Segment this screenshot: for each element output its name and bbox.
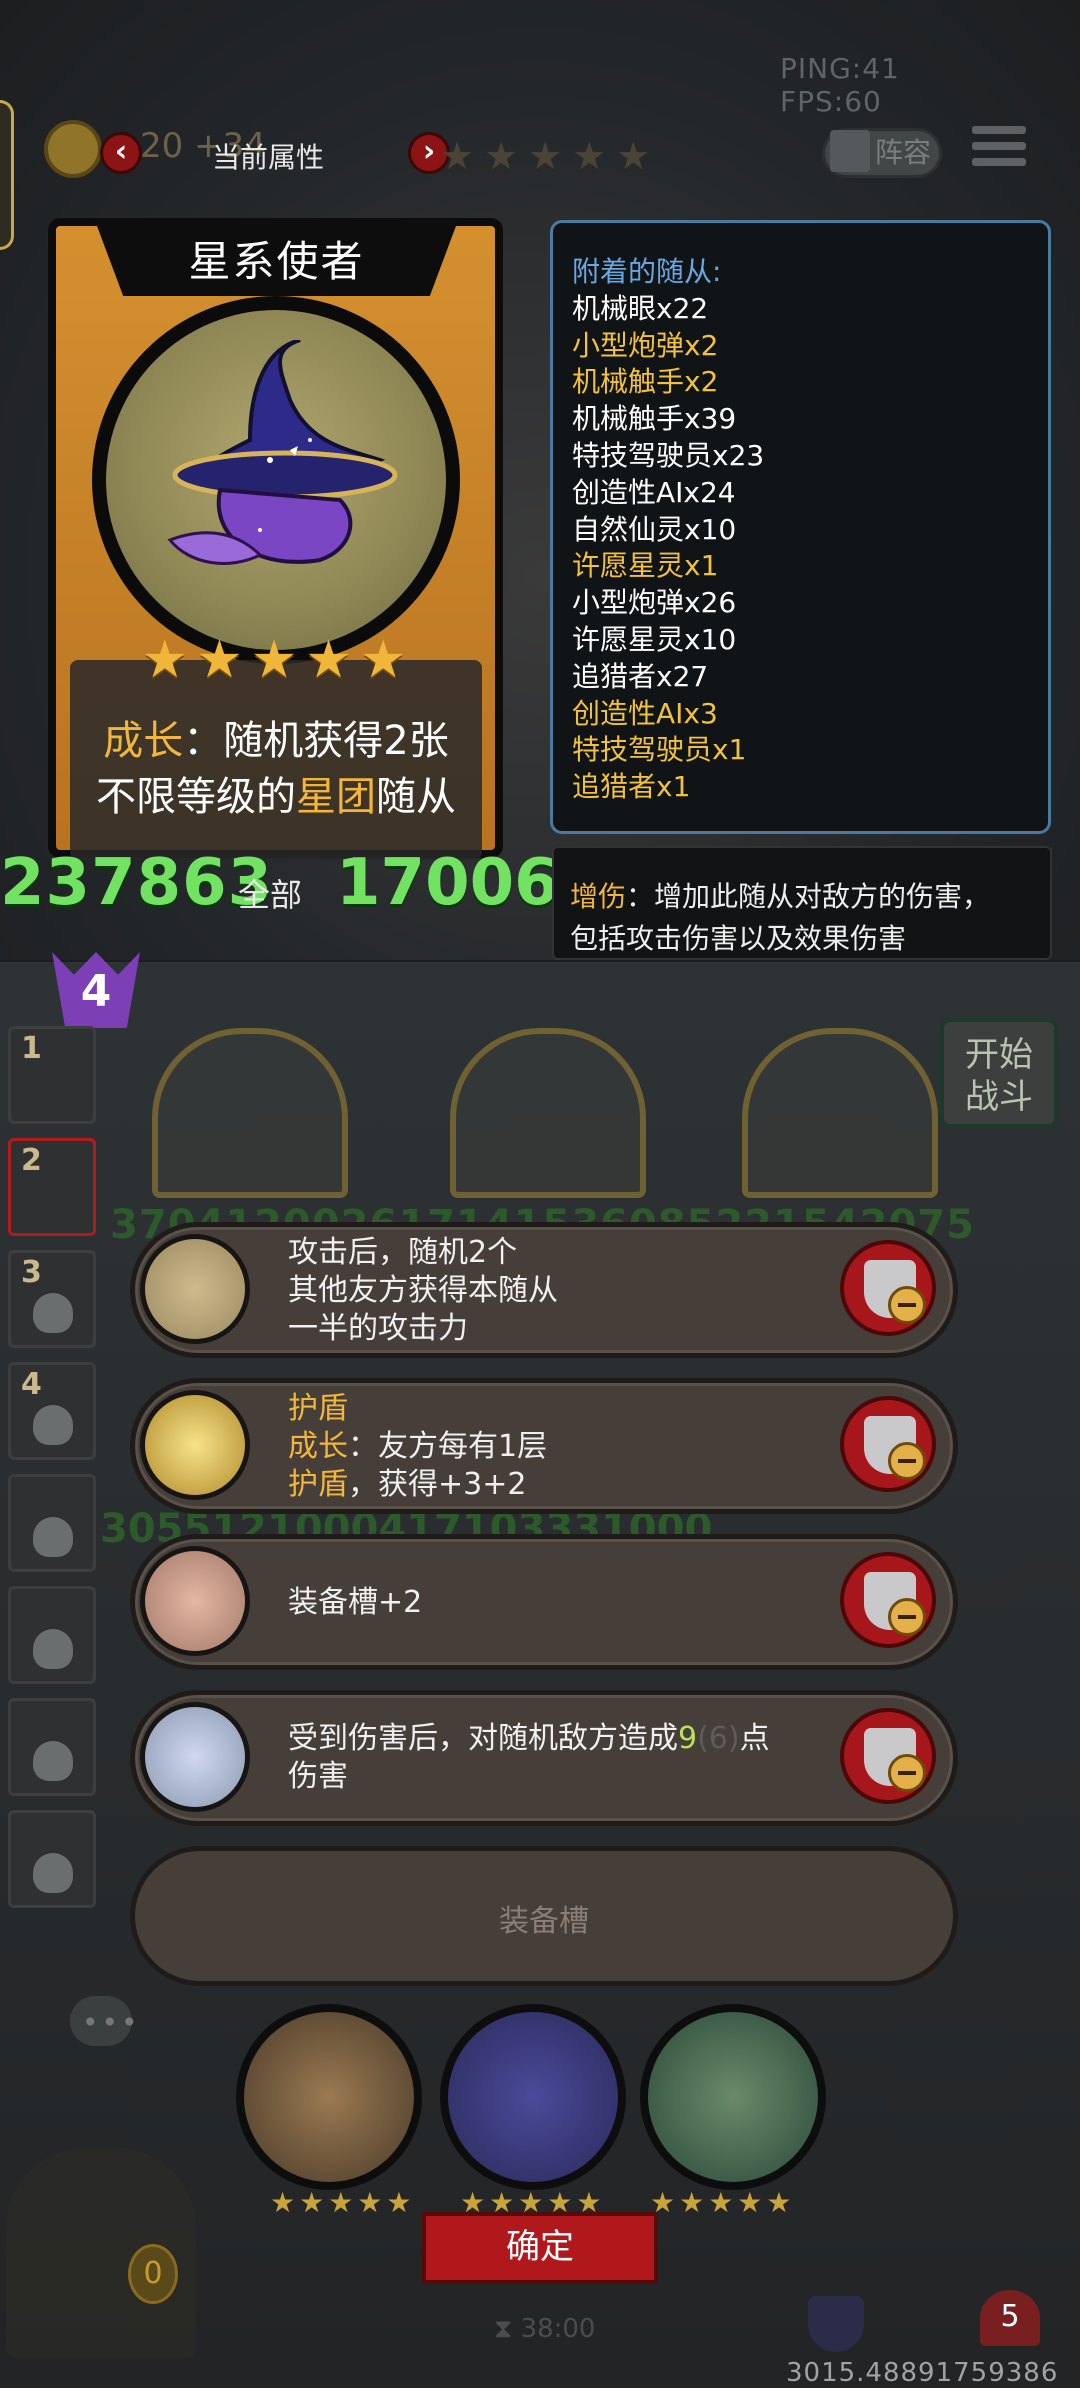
list-item: 机械眼x22 bbox=[572, 291, 709, 325]
lightning-shield-icon bbox=[140, 1390, 250, 1500]
confirm-button[interactable]: 确定 bbox=[422, 2212, 658, 2284]
coin-icon bbox=[44, 120, 102, 178]
lives-heart: 5 bbox=[980, 2290, 1040, 2346]
all-label: 全部 bbox=[238, 876, 303, 914]
list-item: 许愿星灵x1 bbox=[572, 549, 719, 583]
ping-readout: PING:41 bbox=[780, 52, 900, 85]
list-item: 特技驾驶员x1 bbox=[572, 733, 747, 767]
wizard-portrait-icon bbox=[167, 340, 398, 565]
remove-equipment-button-4[interactable] bbox=[840, 1708, 936, 1804]
sidebar-slot-1[interactable]: 1 bbox=[8, 1026, 96, 1124]
shop-minion-2[interactable] bbox=[440, 2004, 626, 2190]
board-minion-3[interactable] bbox=[742, 1028, 938, 1198]
remove-equipment-button-1[interactable] bbox=[840, 1240, 936, 1336]
minus-icon bbox=[888, 1754, 926, 1792]
shop-minion-1[interactable] bbox=[236, 2004, 422, 2190]
attached-followers-list: 附着的随从: 机械眼x22 小型炮弹x2 机械触手x2 机械触手x39 特技驾驶… bbox=[572, 254, 1042, 806]
equipment-description-3: 装备槽+2 bbox=[288, 1585, 423, 1620]
lineup-label: 阵容 bbox=[875, 136, 932, 169]
start-battle-button[interactable]: 开始 战斗 bbox=[940, 1018, 1058, 1128]
sidebar-slot-5[interactable] bbox=[8, 1474, 96, 1572]
equipment-description-4: 受到伤害后，对随机敌方造成9(6)点 伤害 bbox=[288, 1721, 770, 1794]
list-item: 创造性AIx3 bbox=[572, 696, 718, 730]
skull-icon bbox=[33, 1629, 73, 1669]
list-item: 追猎者x27 bbox=[572, 659, 709, 693]
chest-count: 0 bbox=[128, 2244, 178, 2304]
menu-icon[interactable] bbox=[972, 126, 1026, 178]
remove-equipment-button-2[interactable] bbox=[840, 1396, 936, 1492]
list-item: 自然仙灵x10 bbox=[572, 512, 737, 546]
chat-dots: ••• bbox=[82, 2006, 141, 2039]
keyword-tooltip-text: 增伤：增加此随从对敌方的伤害， 包括攻击伤害以及效果伤害 bbox=[570, 880, 991, 955]
minus-icon bbox=[888, 1286, 926, 1324]
equipment-description-2: 护盾 成长：友方每有1层 护盾，获得+3+2 bbox=[288, 1391, 548, 1502]
list-item: 机械触手x2 bbox=[572, 365, 719, 399]
pickaxe-icon bbox=[140, 1234, 250, 1344]
skull-icon bbox=[33, 1853, 73, 1893]
list-item: 创造性AIx24 bbox=[572, 475, 736, 509]
sidebar-slot-8[interactable] bbox=[8, 1810, 96, 1908]
equipment-description-1: 攻击后，随机2个 其他友方获得本随从 一半的攻击力 bbox=[288, 1235, 558, 1346]
tavern-level: 4 bbox=[80, 966, 112, 1017]
skull-icon bbox=[33, 1405, 73, 1445]
left-edge-tab[interactable] bbox=[0, 100, 14, 250]
card-description-line2: 不限等级的星团随从 bbox=[96, 774, 456, 820]
sidebar-slot-4[interactable]: 4 bbox=[8, 1362, 96, 1460]
shop-minion-3-stars: ★★★★★ bbox=[650, 2186, 796, 2219]
followers-title: 附着的随从: bbox=[572, 255, 722, 288]
fps-readout: FPS:60 bbox=[780, 85, 882, 118]
list-item: 特技驾驶员x23 bbox=[572, 438, 765, 472]
skull-icon bbox=[33, 1293, 73, 1333]
prev-attribute-button[interactable]: ‹ bbox=[100, 132, 142, 174]
card-name: 星系使者 bbox=[188, 237, 365, 286]
sidebar-slot-3[interactable]: 3 bbox=[8, 1250, 96, 1348]
debug-coordinates: 3015.48891759386 bbox=[786, 2358, 1059, 2388]
minus-icon bbox=[888, 1598, 926, 1636]
armor-icon bbox=[808, 2296, 864, 2352]
card-description-line1: 成长：随机获得2张 bbox=[103, 718, 449, 764]
crystal-prism-icon bbox=[140, 1702, 250, 1812]
remove-equipment-button-3[interactable] bbox=[840, 1552, 936, 1648]
board-minion-1[interactable] bbox=[152, 1028, 348, 1198]
list-item: 许愿星灵x10 bbox=[572, 622, 737, 656]
list-item: 追猎者x1 bbox=[572, 770, 691, 804]
pig-icon bbox=[140, 1546, 250, 1656]
skull-icon bbox=[33, 1517, 73, 1557]
equipment-row-3[interactable] bbox=[130, 1534, 958, 1670]
shop-minion-3[interactable] bbox=[640, 2004, 826, 2190]
sidebar-slot-7[interactable] bbox=[8, 1698, 96, 1796]
card-stars: ★★★★★ bbox=[141, 630, 415, 690]
empty-slot-label: 装备槽 bbox=[499, 1904, 589, 1939]
book-icon bbox=[830, 130, 870, 172]
list-item: 小型炮弹x26 bbox=[572, 586, 737, 620]
tier-stars: ★★★★★ bbox=[440, 134, 661, 178]
sidebar-slot-6[interactable] bbox=[8, 1586, 96, 1684]
round-timer: ⧗ 38:00 bbox=[494, 2314, 596, 2344]
minus-icon bbox=[888, 1442, 926, 1480]
attack-total: 237863 bbox=[0, 846, 274, 920]
shop-minion-1-stars: ★★★★★ bbox=[270, 2186, 416, 2219]
list-item: 机械触手x39 bbox=[572, 402, 737, 436]
board-minion-2[interactable] bbox=[450, 1028, 646, 1198]
skull-icon bbox=[33, 1741, 73, 1781]
current-attributes-title: 当前属性 bbox=[212, 141, 325, 174]
sidebar-slot-2[interactable]: 2 bbox=[8, 1138, 96, 1236]
list-item: 小型炮弹x2 bbox=[572, 328, 719, 362]
network-stats: PING:41 FPS:60 bbox=[780, 52, 1080, 118]
